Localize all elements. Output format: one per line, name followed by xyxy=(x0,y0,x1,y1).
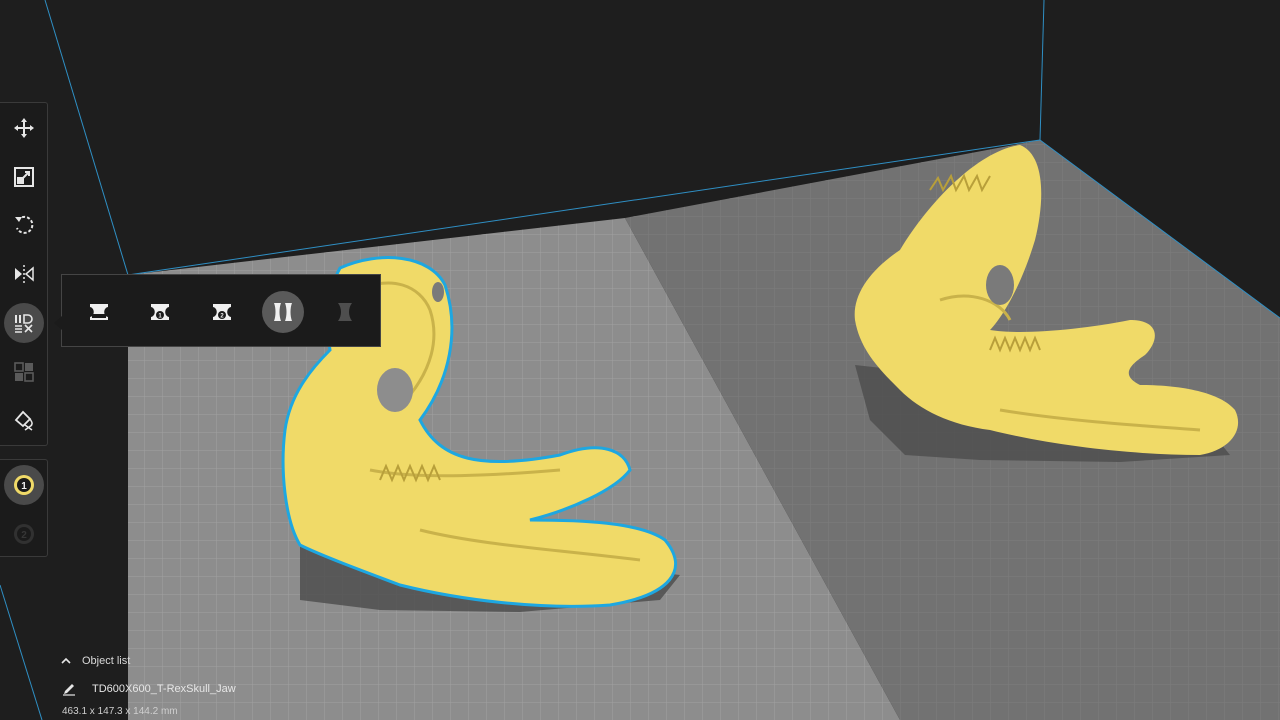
per-model-settings-popup: 1 2 xyxy=(54,274,381,347)
extruder-1-label: 1 xyxy=(21,481,27,492)
extruder-2-model-button[interactable]: 2 xyxy=(201,291,243,333)
support-blocker-tool-button[interactable] xyxy=(4,352,44,392)
object-name: TD600X600_T-RexSkull_Jaw xyxy=(92,683,236,695)
extruder-panel: 1 2 xyxy=(0,459,48,557)
rotate-icon xyxy=(15,215,34,234)
extruder-1-model-button[interactable]: 1 xyxy=(139,291,181,333)
anti-overhang-icon xyxy=(338,303,352,321)
extruder-2-icon: 2 xyxy=(14,524,34,544)
extruder-1-icon: 1 xyxy=(14,475,34,495)
per-model-settings-tool-button[interactable] xyxy=(4,303,44,343)
paint-tool-button[interactable] xyxy=(4,400,44,440)
mirror-tool-button[interactable] xyxy=(4,254,44,294)
pencil-icon[interactable] xyxy=(62,682,76,696)
object-name-row[interactable]: TD600X600_T-RexSkull_Jaw xyxy=(62,680,236,698)
popup-arrow xyxy=(54,316,62,330)
object-list-label: Object list xyxy=(82,655,131,667)
normal-model-icon xyxy=(90,304,108,320)
anti-overhang-button[interactable] xyxy=(324,291,366,333)
object-list-toggle[interactable]: Object list xyxy=(60,652,130,670)
chevron-up-icon xyxy=(61,657,71,664)
mirror-icon xyxy=(15,265,34,283)
scale-tool-button[interactable] xyxy=(4,157,44,197)
tool-panel xyxy=(0,102,48,446)
move-tool-button[interactable] xyxy=(4,108,44,148)
object-dimensions: 463.1 x 147.3 x 144.2 mm xyxy=(62,706,178,717)
scale-icon xyxy=(14,167,34,187)
dual-mesh-button[interactable] xyxy=(262,291,304,333)
rotate-tool-button[interactable] xyxy=(4,205,44,245)
extruder-1-button[interactable]: 1 xyxy=(4,465,44,505)
extruder-1-model-icon: 1 xyxy=(151,304,169,320)
per-model-settings-icon xyxy=(15,314,33,333)
extruder-2-model-icon: 2 xyxy=(213,304,231,320)
dual-mesh-icon xyxy=(274,303,292,321)
move-icon xyxy=(14,118,34,138)
support-blocker-icon xyxy=(14,362,34,382)
extruder-2-button[interactable]: 2 xyxy=(4,514,44,554)
3d-viewport[interactable]: 1 2 1 2 Object list TD600X600_T-RexSkull… xyxy=(0,0,1280,720)
build-volume-scene[interactable] xyxy=(0,0,1280,720)
normal-model-button[interactable] xyxy=(78,291,120,333)
paint-icon xyxy=(14,410,33,431)
extruder-2-label: 2 xyxy=(21,530,27,541)
